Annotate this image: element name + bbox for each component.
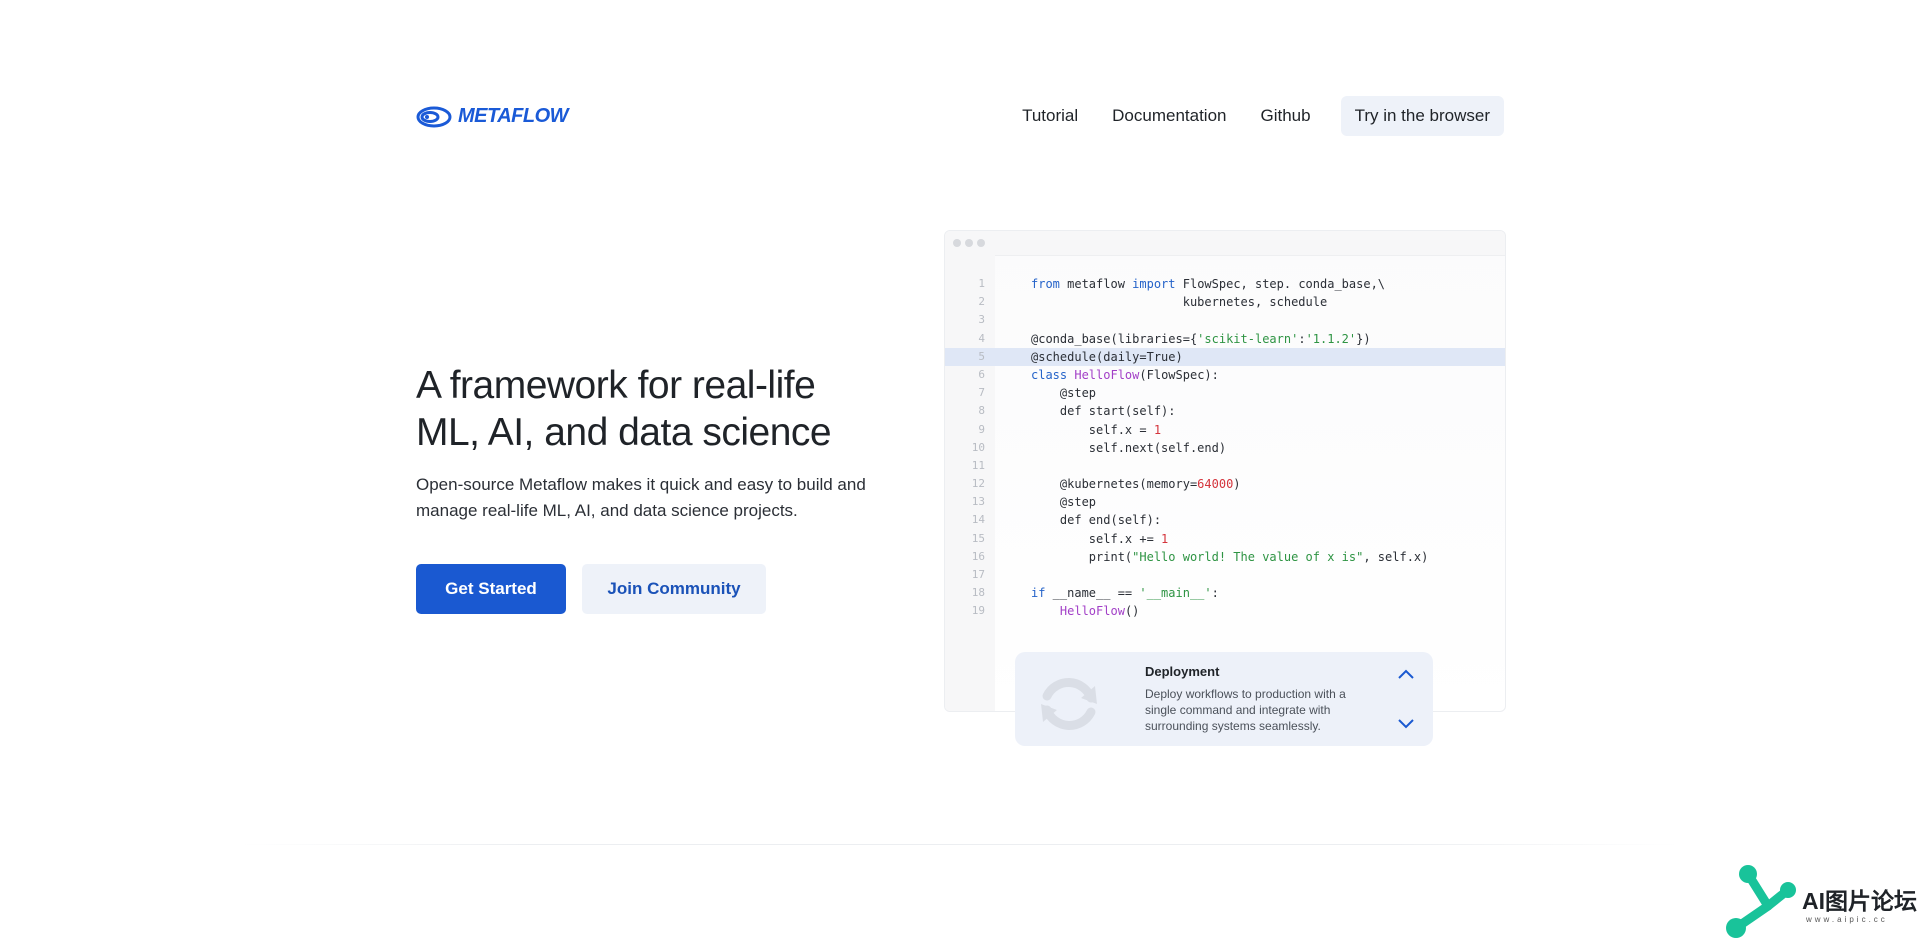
code-line: 16 print("Hello world! The value of x is… xyxy=(945,548,1505,566)
code-text: @step xyxy=(1031,386,1097,401)
code-line: 6 class HelloFlow(FlowSpec): xyxy=(945,366,1505,384)
line-number: 9 xyxy=(978,422,985,436)
code-line: 7 @step xyxy=(945,384,1505,402)
line-number: 10 xyxy=(971,440,985,454)
code-text: def start(self): xyxy=(1031,404,1176,419)
code-line: 2 kubernetes, schedule xyxy=(945,293,1505,311)
chevron-down-icon[interactable] xyxy=(1395,712,1417,734)
code-line: 15 self.x += 1 xyxy=(945,530,1505,548)
line-number: 11 xyxy=(971,458,985,472)
line-number: 13 xyxy=(971,495,985,509)
refresh-icon xyxy=(1041,678,1097,730)
code-line: 9 self.x = 1 xyxy=(945,421,1505,439)
line-number: 19 xyxy=(971,604,985,618)
line-number: 8 xyxy=(978,404,985,418)
watermark-logo-icon xyxy=(1726,865,1796,938)
line-number: 4 xyxy=(978,331,985,345)
code-line: 18 if __name__ == '__main__': xyxy=(945,584,1505,602)
window-dot-icon xyxy=(977,239,985,247)
feature-description: Deploy workflows to production with a si… xyxy=(1145,687,1346,733)
nav-documentation[interactable]: Documentation xyxy=(1095,96,1243,136)
feature-title: Deployment xyxy=(1145,664,1220,679)
code-text: if __name__ == '__main__': xyxy=(1031,586,1219,601)
window-dot-icon xyxy=(965,239,973,247)
metaflow-logo[interactable]: METAFLOW xyxy=(416,102,569,130)
code-line: 3 xyxy=(945,311,1505,329)
code-line: 1 from metaflow import FlowSpec, step. co… xyxy=(945,275,1505,293)
code-text: self.x += 1 xyxy=(1031,531,1169,546)
code-text: def end(self): xyxy=(1031,513,1162,528)
code-line: 12 @kubernetes(memory=64000) xyxy=(945,475,1505,493)
line-number: 7 xyxy=(978,386,985,400)
line-number: 2 xyxy=(978,295,985,309)
code-line: 8 def start(self): xyxy=(945,402,1505,420)
code-line: 11 xyxy=(945,457,1505,475)
nav-github[interactable]: Github xyxy=(1243,96,1327,136)
code-line: 17 xyxy=(945,566,1505,584)
logo-text: METAFLOW xyxy=(458,104,569,127)
get-started-button[interactable]: Get Started xyxy=(416,564,566,614)
main-nav: Tutorial Documentation Github Try in the… xyxy=(1005,96,1504,136)
line-number: 17 xyxy=(971,568,985,581)
site-header: METAFLOW Tutorial Documentation Github T… xyxy=(416,96,1504,136)
line-number: 18 xyxy=(971,586,985,600)
code-text: class HelloFlow(FlowSpec): xyxy=(1031,367,1219,382)
feature-card: Deployment Deploy workflows to productio… xyxy=(1015,652,1433,746)
line-number: 16 xyxy=(971,549,985,563)
line-number: 1 xyxy=(978,277,985,290)
code-line: 5 @schedule(daily=True) xyxy=(945,347,1505,366)
hero-title: A framework for real-life ML, AI, and da… xyxy=(416,364,832,454)
code-text: @schedule(daily=True) xyxy=(1031,349,1183,364)
line-number: 12 xyxy=(971,477,985,491)
line-number: 3 xyxy=(978,313,985,327)
nav-tutorial[interactable]: Tutorial xyxy=(1005,96,1095,136)
window-dot-icon xyxy=(953,239,961,247)
code-text: HelloFlow() xyxy=(1059,604,1140,619)
code-text: @step xyxy=(1031,495,1097,510)
code-editor: 1 from metaflow import FlowSpec, step. co… xyxy=(944,230,1506,712)
watermark-text: AI图片论坛 xyxy=(1802,888,1917,914)
code-text: print("Hello world! The value of x is", … xyxy=(1031,549,1429,564)
logo-swirl-icon xyxy=(416,106,452,128)
code-line: 19 HelloFlow() xyxy=(945,602,1505,620)
join-community-button[interactable]: Join Community xyxy=(582,564,766,614)
chevron-up-icon[interactable] xyxy=(1395,664,1417,686)
try-in-browser-button[interactable]: Try in the browser xyxy=(1340,96,1504,136)
line-number: 6 xyxy=(978,367,985,381)
watermark: AI图片论坛 www.aipic.cc xyxy=(1722,862,1917,940)
line-number: 15 xyxy=(971,531,985,545)
code-text: @conda_base(libraries={'scikit-learn':'1… xyxy=(1031,331,1371,346)
code-block: 1 from metaflow import FlowSpec, step. co… xyxy=(945,275,1505,621)
hero-subtitle: Open-source Metaflow makes it quick and … xyxy=(416,475,866,520)
code-line: 13 @step xyxy=(945,493,1505,511)
code-text: from metaflow import FlowSpec, step. con… xyxy=(1031,277,1386,291)
line-number: 5 xyxy=(978,349,985,363)
code-text: kubernetes, schedule xyxy=(1031,295,1328,310)
code-text: @kubernetes(memory=64000) xyxy=(1031,477,1241,492)
code-text: self.next(self.end) xyxy=(1031,440,1227,455)
section-divider xyxy=(240,844,1680,845)
code-line: 4 @conda_base(libraries={'scikit-learn':'… xyxy=(945,330,1505,348)
code-text: self.x = 1 xyxy=(1031,422,1162,437)
code-line: 14 def end(self): xyxy=(945,511,1505,529)
line-number: 14 xyxy=(971,513,985,527)
watermark-url: www.aipic.cc xyxy=(1806,915,1888,924)
code-line: 10 self.next(self.end) xyxy=(945,439,1505,457)
editor-titlebar xyxy=(945,231,1505,256)
